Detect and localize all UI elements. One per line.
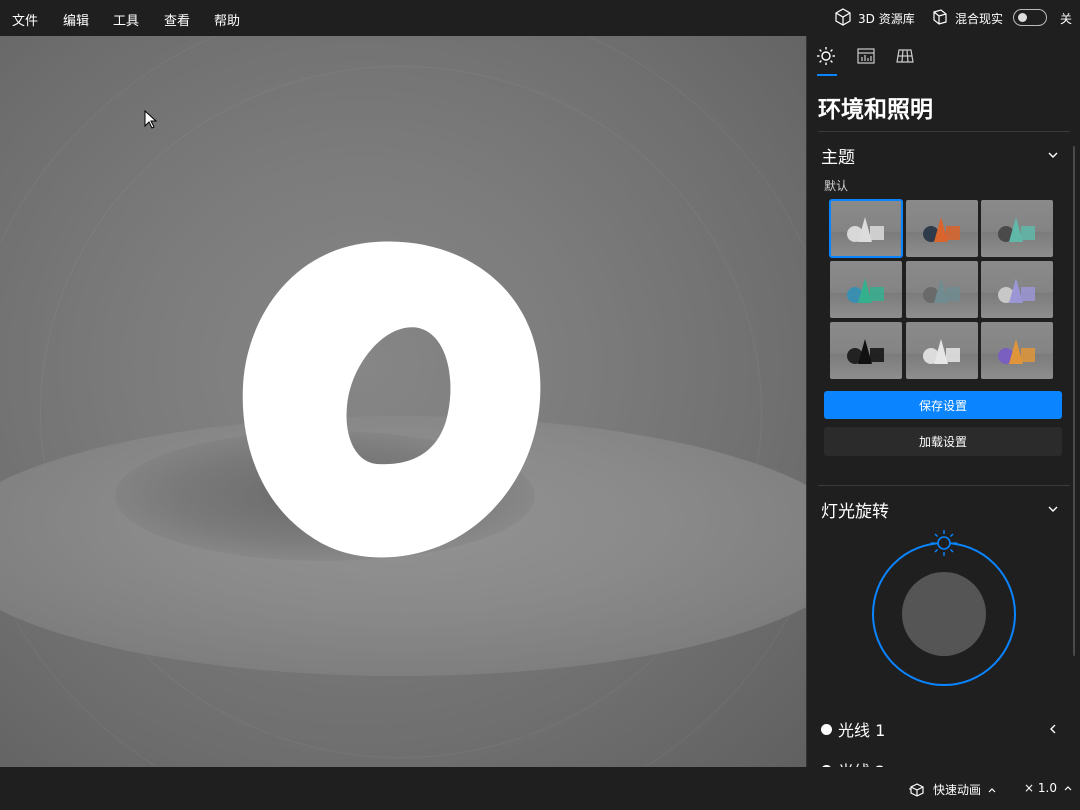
cube-icon [834, 8, 852, 29]
menu-edit[interactable]: 编辑 [63, 10, 89, 29]
menu-bar: 文件 编辑 工具 查看 帮助 3D 资源库 混合现实 关 [0, 0, 1080, 36]
chevron-down-icon[interactable] [1046, 148, 1060, 162]
theme-grid [829, 199, 1056, 382]
theme-thumbnail-lavender[interactable] [981, 261, 1053, 318]
save-settings-button[interactable]: 保存设置 [824, 391, 1062, 419]
mixed-reality-button[interactable]: 混合现实 [931, 8, 1003, 29]
toggle-knob [1018, 13, 1027, 22]
load-settings-button[interactable]: 加载设置 [824, 427, 1062, 456]
theme-preview-shapes [847, 217, 884, 242]
active-tab-indicator [817, 74, 837, 76]
speed-label: × 1.0 [1024, 781, 1057, 795]
light-1-row[interactable]: 光线 1 [821, 717, 885, 741]
grid-icon [896, 49, 914, 63]
theme-thumbnail-sunset[interactable] [981, 322, 1053, 379]
light-preview-sphere [902, 572, 986, 656]
light-1-label: 光线 1 [838, 721, 886, 740]
mixed-reality-toggle[interactable] [1013, 9, 1047, 26]
theme-thumbnail-slate[interactable] [905, 261, 978, 318]
stats-icon [857, 48, 875, 64]
panel-title: 环境和照明 [818, 97, 933, 123]
chevron-down-icon[interactable] [1046, 502, 1060, 516]
menu-file[interactable]: 文件 [12, 10, 38, 29]
panel-tabs [807, 36, 1080, 78]
mixed-reality-icon [931, 8, 949, 29]
status-bar: 快速动画 × 1.0 [0, 767, 1080, 810]
3d-library-label: 3D 资源库 [858, 12, 915, 26]
theme-thumbnail-teal[interactable] [981, 200, 1053, 257]
theme-thumbnail-green[interactable] [830, 261, 902, 318]
theme-preview-shapes [847, 278, 884, 303]
theme-preview-shapes [998, 339, 1035, 364]
toggle-state-label: 关 [1060, 12, 1073, 26]
theme-preview-shapes [922, 278, 960, 303]
3d-viewport[interactable] [0, 36, 806, 767]
3d-library-button[interactable]: 3D 资源库 [834, 8, 915, 29]
light-rotation-heading: 灯光旋转 [821, 502, 889, 522]
divider [818, 485, 1070, 486]
theme-preview-shapes [998, 278, 1035, 303]
torus-model[interactable] [0, 36, 806, 767]
light-color-dot [821, 723, 832, 735]
tab-grid[interactable] [895, 46, 917, 68]
tab-lighting[interactable] [816, 46, 838, 68]
light-2-row[interactable]: 光线 2 [821, 758, 885, 767]
sun-icon [817, 47, 835, 65]
selected-theme-label: 默认 [824, 179, 849, 193]
tab-stats[interactable] [856, 46, 878, 68]
light-2-label: 光线 2 [838, 758, 885, 767]
environment-panel: 环境和照明 主题 默认 保存设置 加载设置 灯光旋转 光线 1 [806, 36, 1080, 767]
theme-thumbnail-black[interactable] [830, 322, 902, 379]
chevron-up-icon [988, 787, 996, 792]
light-handle-sun-icon [931, 530, 957, 556]
animation-cube-icon [909, 782, 924, 797]
chevron-left-icon[interactable] [1046, 722, 1060, 736]
theme-heading: 主题 [821, 148, 855, 168]
quick-animation-label: 快速动画 [933, 783, 982, 797]
chevron-up-icon [1064, 786, 1072, 791]
menu-view[interactable]: 查看 [164, 10, 190, 29]
theme-thumbnail-orange[interactable] [905, 200, 978, 257]
theme-preview-shapes [922, 217, 960, 242]
mouse-cursor-icon [144, 110, 158, 129]
mixed-reality-label: 混合现实 [955, 12, 1004, 26]
theme-preview-shapes [998, 217, 1035, 242]
theme-thumbnail-white[interactable] [905, 322, 978, 379]
theme-preview-shapes [847, 339, 884, 364]
menu-tools[interactable]: 工具 [113, 10, 139, 29]
theme-preview-shapes [922, 339, 960, 364]
panel-scrollbar[interactable] [1073, 146, 1075, 656]
menu-help[interactable]: 帮助 [214, 10, 240, 29]
light-rotation-dial[interactable] [867, 526, 1027, 691]
theme-thumbnail-default[interactable] [829, 199, 903, 258]
divider [818, 131, 1070, 132]
animation-speed-button[interactable]: × 1.0 [1024, 781, 1073, 795]
quick-animation-button[interactable]: 快速动画 [909, 781, 997, 798]
